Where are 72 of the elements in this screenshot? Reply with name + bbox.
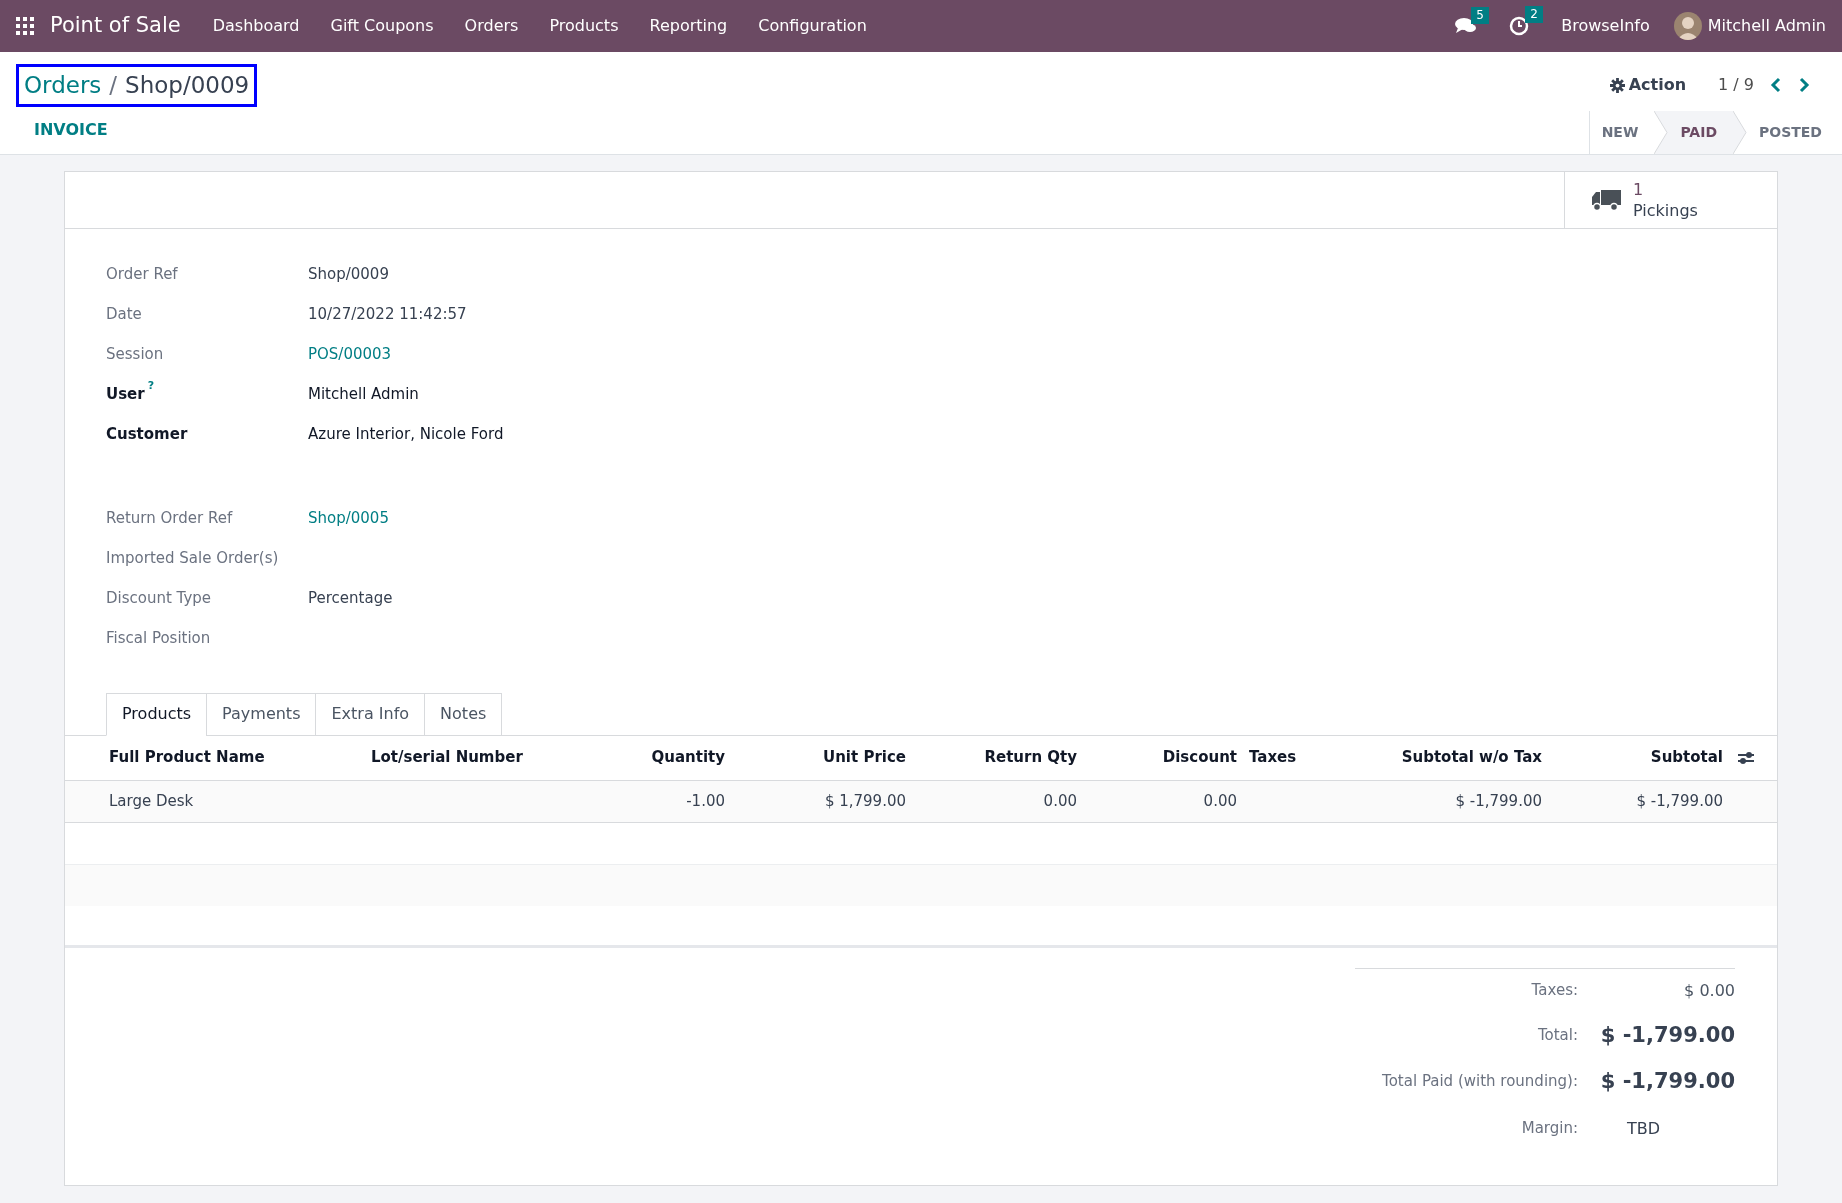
breadcrumb-current: Shop/0009 — [125, 71, 250, 100]
total-value: TBD — [1626, 1117, 1662, 1140]
field-label: Customer — [106, 424, 188, 446]
menu-item[interactable]: Dashboard — [212, 14, 300, 38]
column-header[interactable]: Lot/serial Number — [371, 746, 523, 769]
app-name[interactable]: Point of Sale — [50, 10, 181, 42]
total-label: Total Paid (with rounding): — [1381, 1071, 1579, 1093]
field-value: Percentage — [308, 588, 393, 610]
column-header[interactable]: Quantity — [651, 746, 725, 769]
table-cell-text: $ -1,799.00 — [1636, 790, 1723, 812]
previous-icon[interactable] — [1770, 77, 1782, 94]
total-label: Margin: — [1520, 1118, 1579, 1140]
avatar[interactable] — [1673, 12, 1702, 40]
company-name[interactable]: BrowseInfo — [1561, 14, 1650, 38]
field-value: 10/27/2022 11:42:57 — [308, 304, 467, 326]
pager-text: 1 / 9 — [1718, 74, 1754, 97]
clock-icon[interactable] — [1509, 16, 1530, 36]
count-badge: 5 — [1471, 7, 1489, 24]
field-value: Azure Interior, Nicole Ford — [308, 424, 504, 446]
table-cell-text: Large Desk — [109, 790, 194, 812]
menu-item[interactable]: Configuration — [758, 14, 867, 38]
user-name[interactable]: Mitchell Admin — [1707, 14, 1826, 38]
tab[interactable]: Notes — [424, 692, 503, 736]
field-label: Return Order Ref — [106, 508, 233, 530]
gear-icon — [1609, 77, 1625, 93]
tab[interactable]: Products — [106, 692, 208, 736]
field-label: User — [106, 384, 145, 406]
field-label: Date — [106, 304, 142, 326]
column-header[interactable]: Full Product Name — [109, 746, 265, 769]
table-cell-text: 0.00 — [1043, 790, 1077, 812]
help-icon[interactable]: ? — [147, 380, 155, 393]
total-value: $ 0.00 — [1683, 979, 1735, 1002]
column-header[interactable]: Subtotal — [1650, 746, 1723, 769]
next-icon[interactable] — [1798, 77, 1810, 94]
column-header[interactable]: Subtotal w/o Tax — [1401, 746, 1542, 769]
column-header[interactable]: Taxes — [1249, 746, 1297, 769]
invoice-button[interactable]: INVOICE — [22, 117, 120, 142]
action-button[interactable]: Action — [1609, 73, 1687, 98]
field-label: Discount Type — [106, 588, 212, 610]
column-header[interactable]: Unit Price — [823, 746, 906, 769]
column-header[interactable]: Return Qty — [984, 746, 1077, 769]
menu-item[interactable]: Orders — [464, 14, 519, 38]
table-cell-text: -1.00 — [686, 790, 725, 812]
table-cell-text: $ 1,799.00 — [824, 790, 906, 812]
field-label: Fiscal Position — [106, 628, 211, 650]
menu-item[interactable]: Products — [549, 14, 619, 38]
pickings-button[interactable]: 1 Pickings — [1564, 171, 1777, 228]
field-value: Mitchell Admin — [308, 384, 419, 406]
column-header[interactable]: Discount — [1162, 746, 1237, 769]
apps-menu-icon[interactable] — [16, 17, 34, 35]
table-cell-text: $ -1,799.00 — [1455, 790, 1542, 812]
pickings-count: 1 — [1633, 178, 1644, 200]
total-label: Total: — [1536, 1025, 1579, 1047]
field-link[interactable]: Shop/0005 — [308, 507, 389, 530]
total-label: Taxes: — [1530, 980, 1579, 1002]
total-value: $ -1,799.00 — [1599, 1021, 1735, 1049]
breadcrumb-separator: / — [109, 71, 118, 100]
column-settings-icon[interactable] — [1737, 749, 1755, 766]
count-badge: 2 — [1525, 6, 1543, 23]
field-label: Session — [106, 344, 164, 366]
field-label: Imported Sale Order(s) — [106, 548, 279, 570]
pickings-label: Pickings — [1633, 199, 1698, 221]
breadcrumb-link[interactable]: Orders — [24, 68, 102, 103]
truck-icon — [1591, 187, 1621, 212]
field-link[interactable]: POS/00003 — [308, 343, 392, 366]
table-cell-text: 0.00 — [1203, 790, 1237, 812]
tab[interactable]: Payments — [206, 692, 317, 736]
total-value: $ -1,799.00 — [1599, 1067, 1735, 1095]
menu-item[interactable]: Reporting — [649, 14, 728, 38]
field-value: Shop/0009 — [308, 264, 389, 286]
field-label: Order Ref — [106, 264, 178, 286]
menu-item[interactable]: Gift Coupons — [330, 14, 434, 38]
